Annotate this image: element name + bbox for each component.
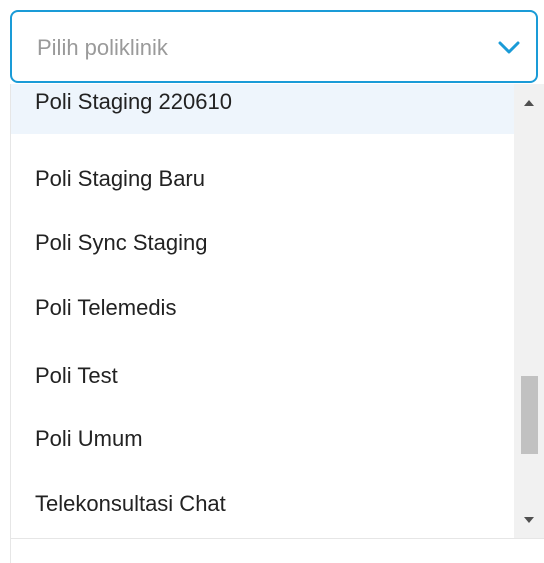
scrollbar-thumb[interactable] [521,376,538,454]
dropdown-option[interactable]: Telekonsultasi Chat [11,471,515,536]
dropdown-list: Poli Staging 220610 Poli Staging Baru Po… [10,84,544,539]
option-label: Poli Test [35,362,118,388]
option-label: Telekonsultasi Chat [35,490,226,516]
option-label: Poli Sync Staging [35,229,208,255]
dropdown-option[interactable]: Poli Telemedis [11,275,515,340]
dropdown-option[interactable]: Poli Staging Baru [11,146,515,211]
dropdown-option[interactable]: Poli Staging 220610 [11,84,515,134]
option-label: Poli Staging Baru [35,165,205,191]
chevron-down-icon[interactable] [497,39,521,57]
select-placeholder: Pilih poliklinik [37,35,168,60]
dropdown-option[interactable]: Poli Test [11,343,515,408]
option-label: Poli Telemedis [35,294,177,320]
option-label: Poli Staging 220610 [35,88,232,114]
dropdown-option[interactable]: Poli Umum [11,406,515,471]
option-label: Poli Umum [35,425,143,451]
divider [10,539,11,563]
dropdown-scrollbar[interactable] [514,84,544,538]
dropdown-option[interactable]: Poli Sync Staging [11,210,515,275]
scroll-down-arrow-icon[interactable] [524,517,534,523]
scroll-up-arrow-icon[interactable] [524,100,534,106]
poliklinik-select[interactable]: Pilih poliklinik [10,10,538,83]
